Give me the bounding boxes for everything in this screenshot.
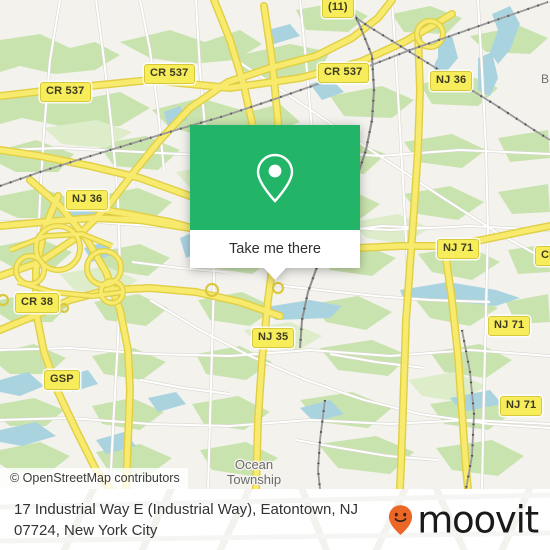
road-shield-gsp: GSP [44, 370, 80, 390]
map-pin-icon [256, 153, 294, 203]
location-popup-card[interactable]: Take me there [190, 125, 360, 280]
address-line-2: 07724, New York City [14, 521, 158, 539]
osm-attribution[interactable]: © OpenStreetMap contributors [0, 468, 188, 489]
road-shield-cr38: CR 38 [15, 293, 60, 313]
road-shield-nj71-c: NJ 71 [500, 396, 543, 416]
map-canvas[interactable]: (11) CR 537 CR 537 NJ 36 CR 537 NJ 36 NJ… [0, 0, 550, 489]
place-label-line1: Ocean [234, 457, 274, 472]
moovit-smiley-pin-icon [389, 504, 413, 535]
moovit-wordmark: moovit [417, 498, 539, 541]
road-shield-nj35: NJ 35 [252, 328, 295, 348]
road-shield-nj71-b: NJ 71 [488, 316, 531, 336]
road-shield-nj36-a: NJ 36 [430, 71, 473, 91]
osm-attribution-text: © OpenStreetMap contributors [10, 471, 180, 485]
footer-bar: 17 Industrial Way E (Industrial Way), Ea… [0, 489, 550, 550]
popup-tail [264, 268, 286, 280]
road-shield-cr537-b: CR 537 [318, 63, 369, 83]
place-label-line2: Township [226, 472, 282, 487]
moovit-logo[interactable]: moovit [388, 498, 539, 541]
moovit-map-screenshot: (11) CR 537 CR 537 NJ 36 CR 537 NJ 36 NJ… [0, 0, 550, 550]
road-shield-cr537-c: CR 537 [40, 82, 91, 102]
road-shield-11: (11) [322, 0, 354, 18]
road-shield-cr537-a: CR 537 [144, 64, 195, 84]
footer-address: 17 Industrial Way E (Industrial Way), Ea… [14, 499, 358, 541]
place-label-ocean-township: Ocean Township [212, 457, 296, 487]
take-me-there-button[interactable]: Take me there [190, 230, 360, 268]
address-line-1: 17 Industrial Way E (Industrial Way), Ea… [14, 500, 359, 518]
road-shield-nj71-a: NJ 71 [437, 239, 480, 259]
railway-edge-label: B [541, 72, 550, 86]
road-shield-nj36-b: NJ 36 [66, 190, 109, 210]
road-shield-cr-edge: CR [535, 246, 550, 266]
take-me-there-label: Take me there [229, 241, 321, 257]
popup-icon-area [190, 125, 360, 230]
